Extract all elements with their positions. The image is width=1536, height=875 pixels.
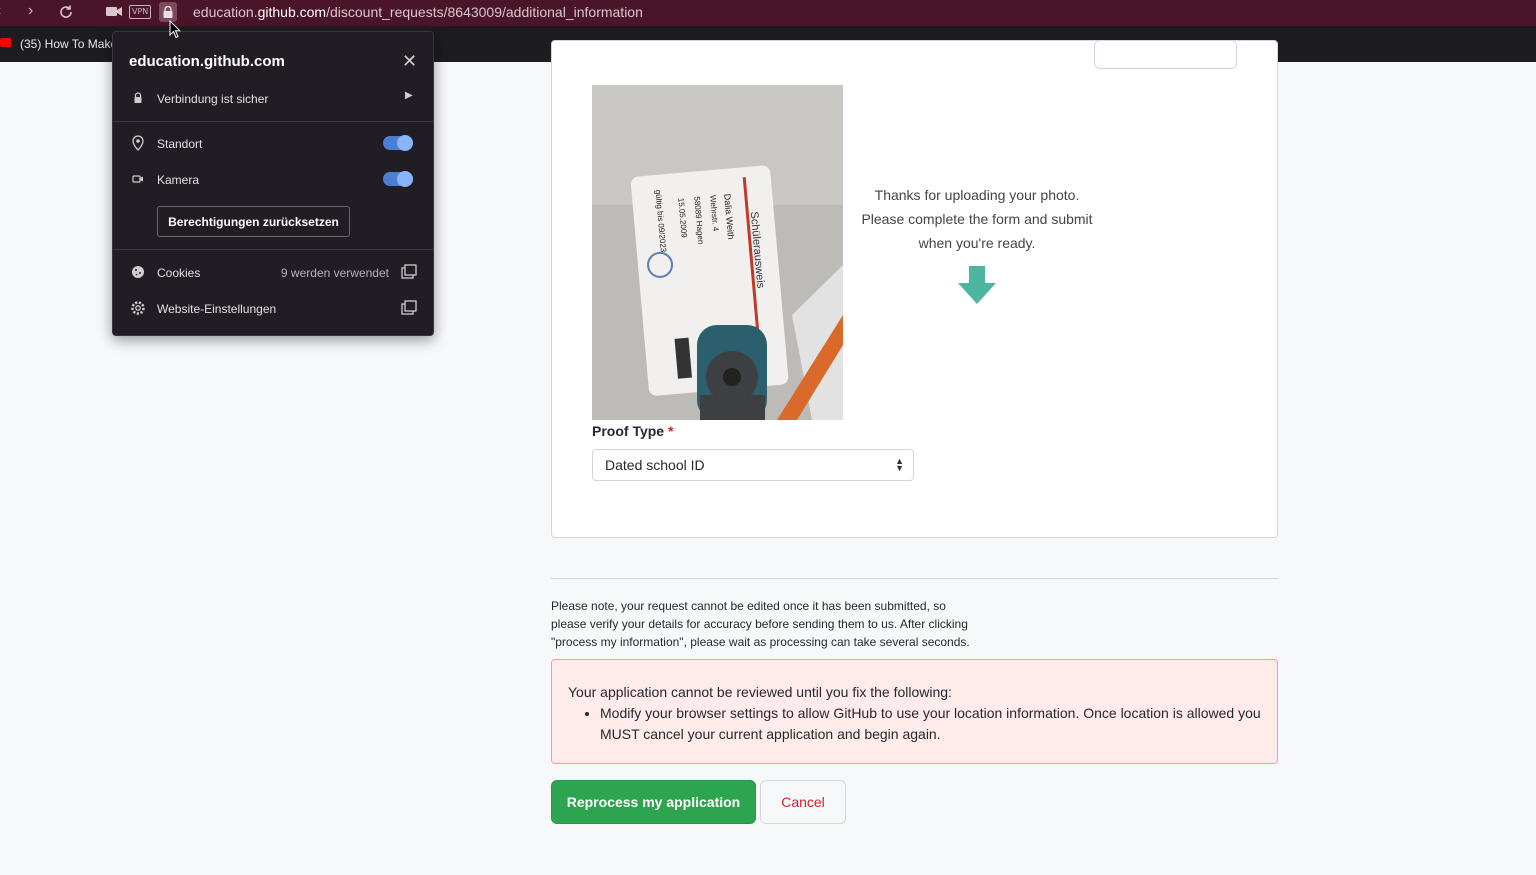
url-host: github.com	[257, 4, 327, 20]
back-icon[interactable]: ‹	[0, 2, 1, 20]
url-prefix: education.	[193, 4, 258, 20]
camera-permission-row: Kamera	[113, 165, 433, 195]
uploaded-photo: Schülerausweis Dalia Weith Wehrstr. 4 58…	[592, 85, 843, 420]
reset-permissions-button[interactable]: Berechtigungen zurücksetzen	[157, 206, 350, 237]
cookies-count: 9 werden verwendet	[280, 266, 389, 280]
forward-icon[interactable]: ›	[28, 2, 33, 20]
retake-photo-button[interactable]	[1094, 40, 1237, 69]
site-info-popup: education.github.com ✕ Verbindung ist si…	[112, 31, 434, 336]
reload-icon[interactable]	[58, 4, 74, 20]
open-external-icon	[401, 300, 417, 315]
close-icon[interactable]: ✕	[402, 51, 417, 72]
select-caret-icon: ▲ ▼	[895, 456, 904, 473]
proof-type-select[interactable]: Dated school ID ▲ ▼	[592, 449, 914, 481]
thanks-line-2: Please complete the form and submit	[861, 211, 1093, 227]
location-permission-row: Standort	[113, 129, 433, 159]
error-heading: Your application cannot be reviewed unti…	[568, 684, 952, 700]
browser-address-bar: ‹ › VPN education.github.com/discount_re…	[0, 0, 1536, 26]
proof-type-label-text: Proof Type	[592, 423, 665, 439]
proof-type-value: Dated school ID	[605, 457, 705, 473]
reprocess-button[interactable]: Reprocess my application	[551, 780, 756, 824]
chevron-right-icon: ▶	[405, 90, 413, 101]
note-line-1: Please note, your request cannot be edit…	[551, 599, 946, 613]
popup-domain: education.github.com	[129, 53, 285, 70]
required-mark: *	[667, 423, 674, 439]
youtube-icon	[0, 38, 11, 47]
error-flash: Your application cannot be reviewed unti…	[551, 659, 1278, 764]
cookie-icon	[132, 266, 144, 278]
arrow-down-icon	[958, 266, 996, 304]
school-id-photo-icon: Schülerausweis Dalia Weith Wehrstr. 4 58…	[592, 85, 843, 420]
thanks-line-3: when you're ready.	[918, 235, 1036, 251]
vpn-badge[interactable]: VPN	[129, 5, 152, 19]
thanks-line-1: Thanks for uploading your photo.	[874, 187, 1080, 203]
submission-note: Please note, your request cannot be edit…	[551, 597, 981, 651]
popup-divider	[113, 249, 433, 250]
bookmark-item[interactable]: (35) How To Make	[20, 37, 117, 51]
upload-thanks-message: Thanks for uploading your photo. Please …	[856, 183, 1098, 255]
gear-icon	[131, 301, 145, 315]
error-item: Modify your browser settings to allow Gi…	[600, 703, 1261, 745]
cancel-button[interactable]: Cancel	[760, 780, 846, 824]
site-settings-row[interactable]: Website-Einstellungen	[113, 294, 433, 324]
location-pin-icon	[132, 135, 144, 151]
note-line-3: "process my information", please wait as…	[551, 635, 970, 649]
connection-label: Verbindung ist sicher	[157, 92, 269, 106]
divider	[551, 578, 1278, 579]
camera-toggle[interactable]	[383, 171, 413, 187]
popup-divider	[113, 121, 433, 122]
cookies-row[interactable]: Cookies 9 werden verwendet	[113, 258, 433, 288]
note-line-2: please verify your details for accuracy …	[551, 617, 968, 631]
open-external-icon	[401, 264, 417, 279]
camera-label: Kamera	[157, 173, 200, 187]
cookies-label: Cookies	[157, 266, 201, 280]
lock-icon	[163, 6, 173, 18]
url-field[interactable]: education.github.com/discount_requests/8…	[193, 4, 643, 20]
site-settings-label: Website-Einstellungen	[157, 302, 277, 316]
url-path: /discount_requests/8643009/additional_in…	[326, 4, 643, 20]
connection-secure-row[interactable]: Verbindung ist sicher ▶	[113, 84, 433, 114]
mouse-cursor-icon	[169, 20, 181, 39]
site-info-button[interactable]	[159, 2, 177, 22]
camera-in-use-icon[interactable]	[106, 6, 122, 17]
proof-type-label: Proof Type *	[592, 423, 673, 439]
lock-icon	[134, 92, 142, 103]
location-label: Standort	[157, 137, 203, 151]
camera-icon	[132, 175, 143, 183]
location-toggle[interactable]	[383, 135, 413, 151]
error-list: Modify your browser settings to allow Gi…	[600, 703, 1261, 745]
